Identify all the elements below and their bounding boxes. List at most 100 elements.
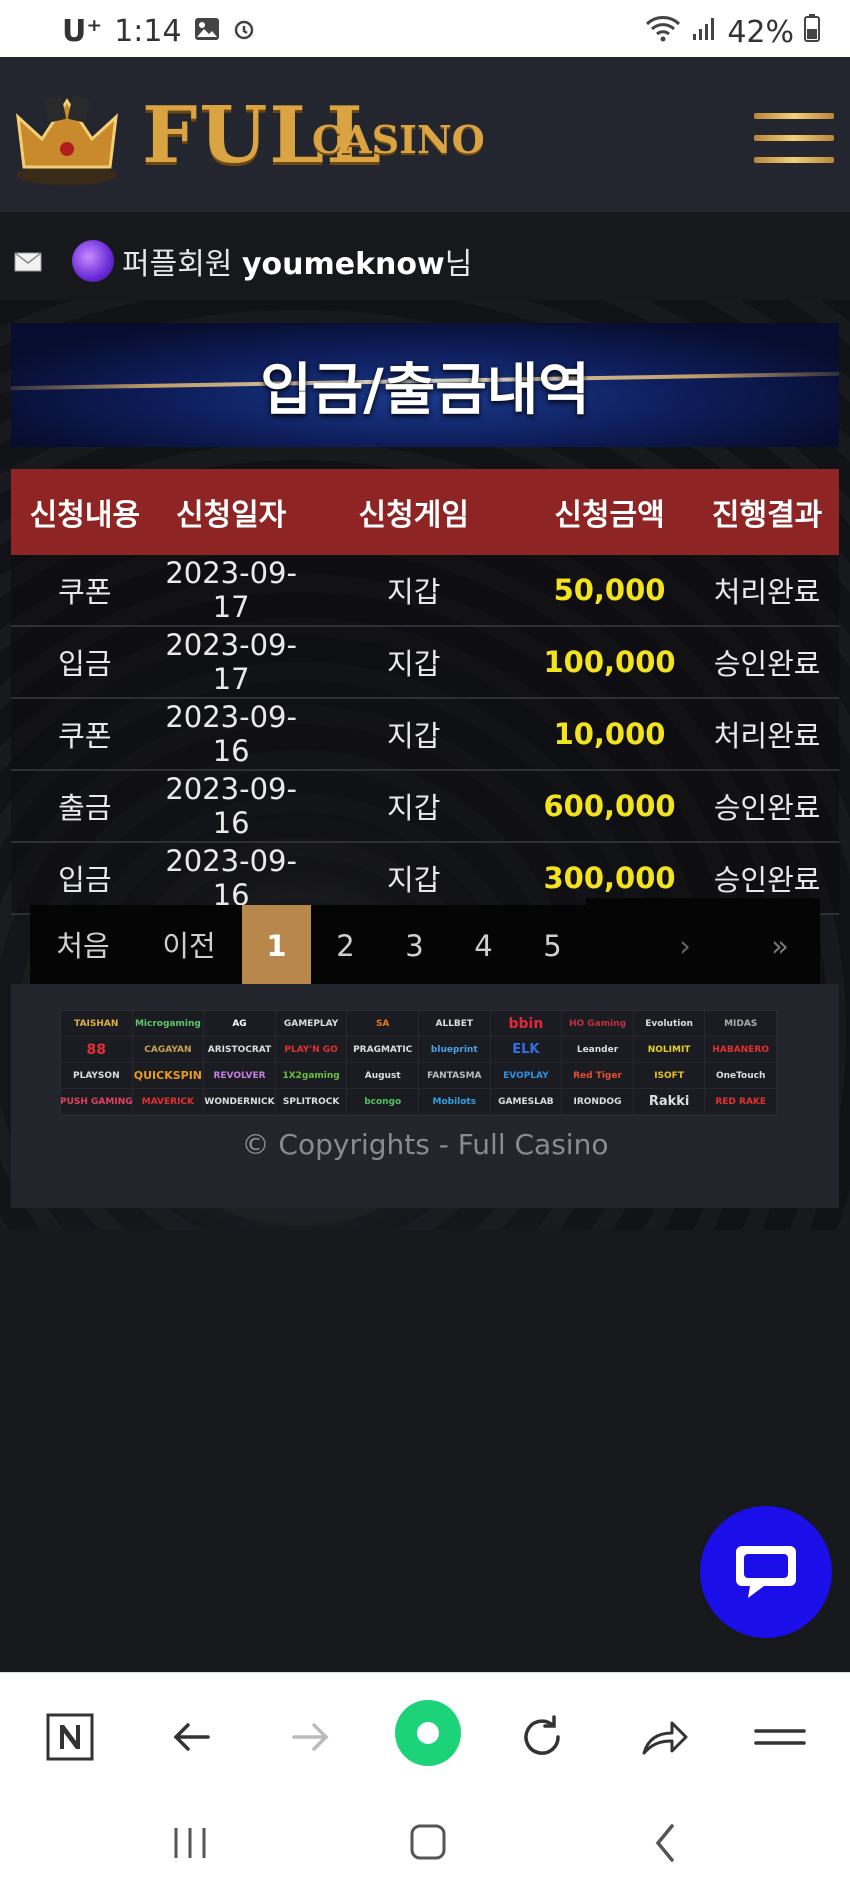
forward-arrow-icon[interactable]	[278, 1705, 342, 1769]
provider-logo: 1X2gaming	[275, 1063, 348, 1089]
cell-type: 출금	[11, 770, 159, 843]
provider-logo: OneTouch	[705, 1063, 777, 1089]
provider-logo: WONDERNICK	[204, 1089, 276, 1115]
status-bar: U⁺ 1:14 42%	[0, 0, 850, 57]
provider-logo: Mobilots	[418, 1089, 491, 1115]
signal-icon	[691, 15, 717, 50]
site-header: FULL CASINO	[0, 57, 850, 212]
back-arrow-icon[interactable]	[160, 1705, 224, 1769]
provider-logo: HABANERO	[705, 1037, 777, 1063]
history-table: 신청내용 신청일자 신청게임 신청금액 진행결과 쿠폰 2023-09-17 지…	[11, 469, 839, 915]
cell-amount: 100,000	[523, 626, 696, 699]
username: youmeknow	[241, 247, 445, 282]
naver-home-icon[interactable]	[38, 1705, 102, 1769]
recent-apps-icon[interactable]	[160, 1818, 220, 1868]
provider-logo: REVOLVER	[204, 1063, 276, 1089]
page-button-4[interactable]: 4	[449, 905, 518, 987]
provider-logo: GAMEPLAY	[275, 1011, 348, 1037]
cell-date: 2023-09-17	[158, 626, 304, 699]
page-title: 입금/출금내역	[260, 358, 590, 423]
menu-icon[interactable]	[748, 1705, 812, 1769]
cell-type: 입금	[11, 842, 159, 915]
share-icon[interactable]	[630, 1705, 694, 1769]
cell-date: 2023-09-16	[158, 770, 304, 843]
chat-bubble-icon	[736, 1546, 796, 1598]
table-row: 쿠폰 2023-09-16 지갑 10,000 처리완료	[11, 698, 839, 771]
cell-date: 2023-09-16	[158, 698, 304, 771]
provider-logo: TAISHAN	[61, 1011, 133, 1037]
cell-amount: 600,000	[523, 770, 696, 843]
provider-logo: PLAYSON	[61, 1063, 133, 1089]
battery-percent: 42%	[727, 14, 794, 50]
provider-logo: SPLITROCK	[275, 1089, 348, 1115]
page-button-2[interactable]: 2	[311, 905, 380, 987]
logo-subtext: CASINO	[312, 117, 485, 162]
provider-logo: ELK	[490, 1037, 563, 1063]
home-icon[interactable]	[398, 1818, 458, 1868]
battery-icon	[804, 14, 820, 50]
provider-logo: GAMESLAB	[490, 1089, 563, 1115]
gallery-icon	[194, 14, 220, 49]
menu-hamburger-icon[interactable]	[754, 113, 834, 173]
crown-logo-icon[interactable]	[12, 87, 122, 187]
provider-logo: FANTASMA	[418, 1063, 491, 1089]
provider-logo: blueprint	[418, 1037, 491, 1063]
provider-logo: MIDAS	[705, 1011, 777, 1037]
last-page-button[interactable]: »	[745, 905, 815, 987]
green-dot-icon[interactable]	[392, 1697, 464, 1769]
table-header-row: 신청내용 신청일자 신청게임 신청금액 진행결과	[11, 469, 839, 555]
provider-logo: PUSH GAMING	[61, 1089, 133, 1115]
carrier-label: U⁺	[62, 14, 103, 49]
provider-logo: HO Gaming	[562, 1011, 634, 1037]
cell-amount: 50,000	[523, 555, 696, 627]
cell-game: 지갑	[303, 770, 524, 843]
provider-logo: Red Tiger	[562, 1063, 634, 1089]
provider-logo: bcongo	[347, 1089, 419, 1115]
member-grade: 퍼플회원	[122, 247, 233, 282]
user-greeting: 퍼플회원 youmeknow님	[122, 239, 472, 283]
provider-logo: August	[347, 1063, 419, 1089]
cell-game: 지갑	[303, 698, 524, 771]
page-button-5[interactable]: 5	[518, 905, 587, 987]
system-back-icon[interactable]	[636, 1818, 696, 1868]
cell-game: 지갑	[303, 842, 524, 915]
provider-logo: EVOPLAY	[490, 1063, 563, 1089]
mail-icon[interactable]	[14, 252, 42, 272]
provider-logo: ISOFT	[633, 1063, 706, 1089]
cell-game: 지갑	[303, 626, 524, 699]
cell-status: 처리완료	[695, 555, 839, 627]
page-button-1[interactable]: 1	[242, 905, 311, 987]
page-button-3[interactable]: 3	[380, 905, 449, 987]
cell-type: 입금	[11, 626, 159, 699]
table-row: 쿠폰 2023-09-17 지갑 50,000 처리완료	[11, 555, 839, 627]
alarm-icon	[232, 14, 256, 49]
provider-logo: QUICKSPIN	[132, 1063, 205, 1089]
column-header: 진행결과	[695, 469, 839, 555]
cell-game: 지갑	[303, 555, 524, 627]
provider-logo: Leander	[562, 1037, 634, 1063]
refresh-icon[interactable]	[510, 1705, 574, 1769]
cell-type: 쿠폰	[11, 555, 159, 627]
clock: 1:14	[114, 14, 182, 49]
provider-logo: IRONDOG	[562, 1089, 634, 1115]
provider-logo: PRAGMATIC	[347, 1037, 419, 1063]
column-header: 신청게임	[303, 469, 524, 555]
table-row: 입금 2023-09-17 지갑 100,000 승인완료	[11, 626, 839, 699]
column-header: 신청일자	[158, 469, 304, 555]
system-nav-bar	[0, 1800, 850, 1889]
provider-logo: NOLIMIT	[633, 1037, 706, 1063]
pagination: 처음 이전 1 2 3 4 5 › »	[30, 905, 820, 987]
provider-logo: ARISTOCRAT	[204, 1037, 276, 1063]
live-chat-button[interactable]	[700, 1506, 832, 1638]
cell-date: 2023-09-17	[158, 555, 304, 627]
prev-page-button[interactable]: 이전	[136, 905, 242, 987]
copyright-text: © Copyrights - Full Casino	[241, 1128, 609, 1161]
cell-amount: 10,000	[523, 698, 696, 771]
provider-logo: PLAY'N GO	[275, 1037, 348, 1063]
cell-date: 2023-09-16	[158, 842, 304, 915]
provider-logo: Evolution	[633, 1011, 706, 1037]
provider-logo: CAGAYAN	[132, 1037, 205, 1063]
provider-logo: ALLBET	[418, 1011, 491, 1037]
next-page-button[interactable]: ›	[625, 905, 745, 987]
first-page-button[interactable]: 처음	[30, 905, 136, 987]
